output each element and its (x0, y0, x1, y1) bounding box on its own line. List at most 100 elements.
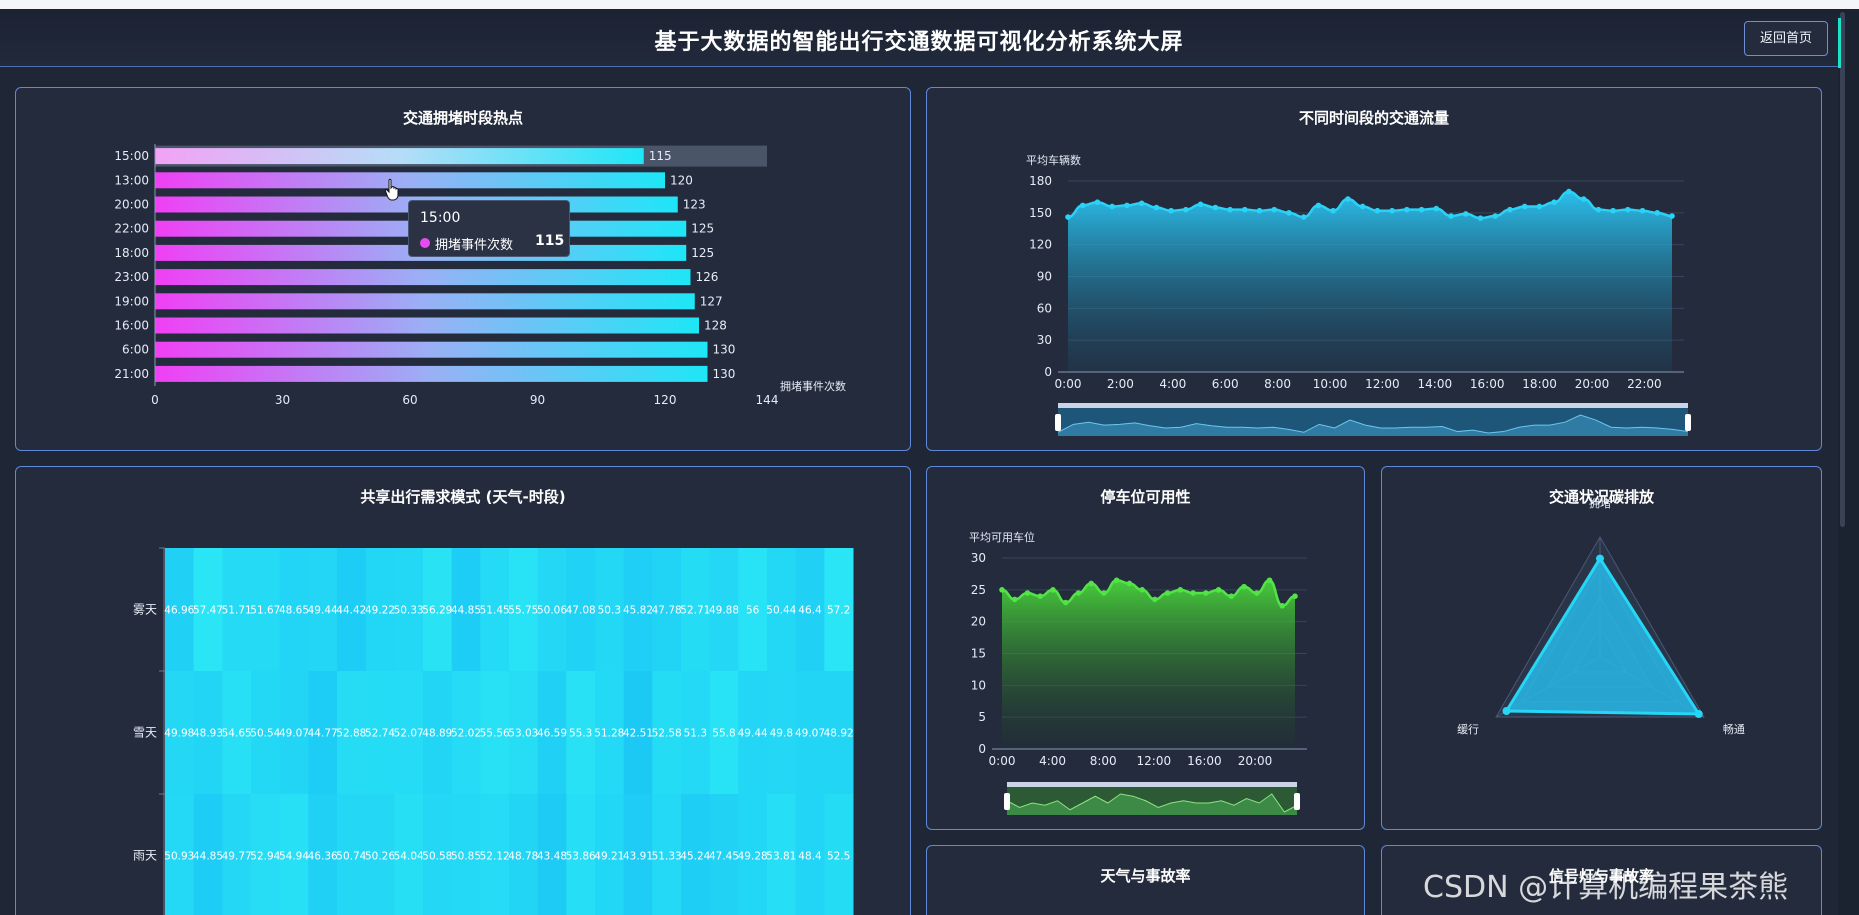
radar-point (1694, 710, 1703, 718)
y-tick-label: 30 (971, 551, 986, 565)
heatmap-value-label: 46.36 (308, 851, 338, 863)
zoom-handle-left[interactable] (1004, 793, 1010, 810)
bar-6:00 (155, 341, 708, 358)
heatmap-value-label: 54.94 (279, 851, 309, 863)
sharing-heatmap[interactable]: 46.9657.4751.7151.6748.6549.4444.4249.22… (16, 467, 911, 915)
x-tick-label: 4:00 (1159, 377, 1186, 391)
data-point (1101, 590, 1107, 596)
x-tick-label: 0:00 (1055, 377, 1082, 391)
heatmap-value-label: 50.58 (422, 851, 452, 863)
flow-chart[interactable]: 0 30 60 90 120 150 180 平均车辆数 0:00 2:00 4:00 6:00 8:0… (927, 88, 1822, 451)
bar-13:00 (155, 172, 665, 189)
y-tick-label: 90 (1037, 270, 1052, 284)
page-title: 基于大数据的智能出行交通数据可视化分析系统大屏 (654, 30, 1184, 55)
data-point (1011, 596, 1018, 603)
data-point (1448, 213, 1454, 219)
heatmap-value-label: 49.98 (164, 728, 194, 740)
data-point (1418, 206, 1425, 213)
y-tick-label: 15 (971, 647, 986, 661)
radar-point (1502, 707, 1511, 715)
data-point (1152, 596, 1158, 603)
data-point (1037, 593, 1044, 599)
heatmap-value-label: 51.28 (594, 728, 624, 740)
congestion-chart[interactable]: 15:00 115 13:00 120 20:00 123 22:00 125 18:00 125… (16, 88, 911, 451)
y-tick-label: 21:00 (114, 367, 149, 381)
radar-indicator-label: 畅通 (1723, 722, 1745, 736)
scrollbar-thumb[interactable] (1840, 12, 1845, 527)
data-point (1168, 207, 1174, 214)
heatmap-value-label: 52.12 (480, 851, 510, 863)
data-point (1566, 188, 1572, 195)
zoom-handle-left[interactable] (1055, 414, 1061, 431)
data-point (1227, 206, 1233, 213)
congestion-panel: 交通拥堵时段热点 15:00 115 13:00 120 20:00 123 22:00 12… (15, 87, 911, 451)
heatmap-value-label: 51.71 (222, 605, 252, 617)
parking-chart[interactable]: 0 5 10 15 20 25 30 平均可用车位 0:00 4:00 8:00 12:00 16:00… (927, 467, 1365, 830)
data-point (1190, 590, 1196, 596)
bar-value-label: 126 (696, 270, 719, 284)
tooltip-value: 115 (535, 233, 565, 249)
y-tick-label: 雨天 (133, 849, 157, 863)
y-axis-label: 平均车辆数 (1026, 153, 1081, 167)
data-point (1241, 583, 1247, 590)
heatmap-value-label: 50.33 (394, 605, 424, 617)
heatmap-value-label: 47.78 (652, 605, 682, 617)
heatmap-value-label: 48.92 (824, 728, 854, 740)
heatmap-value-label: 52.88 (336, 728, 366, 740)
heatmap-value-label: 50.74 (336, 851, 366, 863)
x-tick-label: 18:00 (1522, 377, 1557, 391)
data-point (1359, 203, 1366, 210)
bar-value-label: 128 (704, 319, 727, 333)
data-point (1433, 205, 1440, 212)
heatmap-value-label: 43.91 (623, 851, 653, 863)
data-point (1126, 580, 1133, 587)
zoom-handle-right[interactable] (1294, 793, 1300, 810)
y-tick-label: 20:00 (114, 198, 149, 212)
bar-16:00 (155, 317, 699, 334)
data-point (999, 587, 1005, 593)
data-point (1521, 203, 1528, 210)
emission-radar[interactable]: 拥堵畅通 缓行 (1382, 467, 1822, 830)
y-tick-label: 13:00 (114, 173, 149, 187)
heatmap-value-label: 46.96 (164, 605, 194, 617)
data-point (1062, 599, 1069, 606)
y-tick-label: 180 (1029, 174, 1052, 188)
y-tick-label: 16:00 (114, 319, 149, 333)
y-tick-label: 22:00 (114, 222, 149, 236)
data-point (1315, 202, 1322, 209)
y-tick-label: 6:00 (122, 343, 149, 357)
x-tick-label: 6:00 (1212, 377, 1239, 391)
heatmap-value-label: 48.65 (279, 605, 309, 617)
data-point (1330, 207, 1336, 214)
data-point (1374, 207, 1381, 214)
heatmap-value-label: 54.04 (394, 851, 424, 863)
data-point (1050, 587, 1056, 593)
heatmap-value-label: 44.42 (336, 605, 366, 617)
bar-21:00 (155, 365, 708, 382)
heatmap-value-label: 50.06 (537, 605, 567, 617)
heatmap-value-label: 44.77 (308, 728, 338, 740)
back-home-button[interactable]: 返回首页 (1744, 21, 1828, 56)
zoom-handle-right[interactable] (1685, 414, 1691, 431)
x-tick-label: 4:00 (1039, 754, 1066, 768)
tooltip-series-dot (420, 238, 430, 248)
data-point (1292, 593, 1298, 599)
x-tick-label: 2:00 (1107, 377, 1134, 391)
heatmap-value-label: 49.77 (222, 851, 252, 863)
flow-panel: 不同时间段的交通流量 0 30 60 90 120 150 180 平均车辆数 0:00 2:00… (926, 87, 1822, 451)
data-point (1507, 206, 1513, 213)
heatmap-value-label: 50.26 (365, 851, 395, 863)
radar-indicator-label: 缓行 (1457, 723, 1479, 736)
heatmap-value-label: 51.33 (652, 851, 682, 863)
heatmap-value-label: 55.8 (712, 728, 735, 740)
data-point (1266, 577, 1273, 584)
heatmap-value-label: 49.07 (279, 728, 309, 740)
data-point (1654, 210, 1661, 216)
data-point (1389, 207, 1395, 214)
data-point (1109, 203, 1115, 210)
data-point (1197, 201, 1204, 208)
heatmap-value-label: 50.3 (598, 605, 621, 617)
data-point (1286, 210, 1292, 216)
heatmap-value-label: 44.85 (193, 851, 223, 863)
y-tick-label: 120 (1029, 238, 1052, 252)
